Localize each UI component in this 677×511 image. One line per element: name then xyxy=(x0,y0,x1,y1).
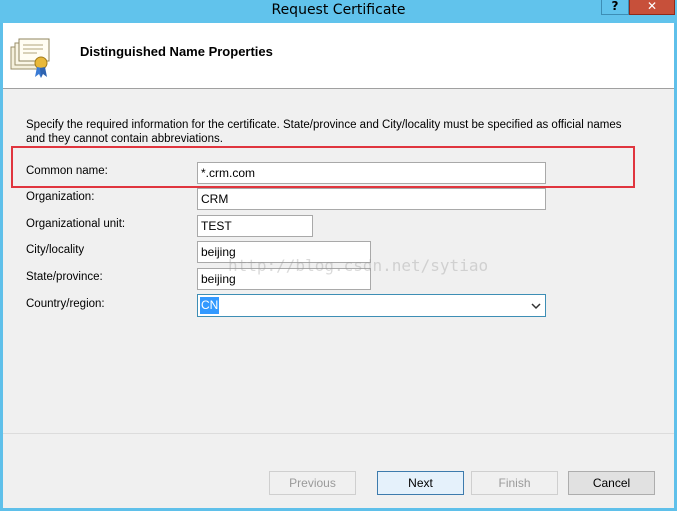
footer-divider xyxy=(3,433,674,434)
window-title: Request Certificate xyxy=(271,2,406,18)
common-name-input[interactable]: *.crm.com xyxy=(197,162,546,184)
dialog-body: Distinguished Name Properties Specify th… xyxy=(3,23,674,508)
city-label: City/locality xyxy=(26,244,85,256)
cancel-button[interactable]: Cancel xyxy=(568,471,655,495)
finish-button[interactable]: Finish xyxy=(471,471,558,495)
country-select[interactable]: CN xyxy=(197,294,546,317)
state-label: State/province: xyxy=(26,271,103,283)
country-label: Country/region: xyxy=(26,298,105,310)
organization-input[interactable]: CRM xyxy=(197,188,546,210)
help-button[interactable]: ? xyxy=(601,0,629,15)
next-button[interactable]: Next xyxy=(377,471,464,495)
close-button[interactable]: ✕ xyxy=(629,0,675,15)
country-selected-value: CN xyxy=(200,297,220,314)
certificate-icon xyxy=(10,38,50,78)
organization-label: Organization: xyxy=(26,191,95,203)
title-bar: Request Certificate ? ✕ xyxy=(0,0,677,23)
watermark-text: http://blog.csdn.net/sytiao xyxy=(228,256,489,275)
previous-button[interactable]: Previous xyxy=(269,471,356,495)
page-title: Distinguished Name Properties xyxy=(80,44,273,59)
common-name-label: Common name: xyxy=(26,165,108,177)
wizard-header: Distinguished Name Properties xyxy=(3,23,674,89)
organizational-unit-input[interactable]: TEST xyxy=(197,215,313,237)
chevron-down-icon xyxy=(531,303,541,310)
instructions-text: Specify the required information for the… xyxy=(26,119,622,145)
organizational-unit-label: Organizational unit: xyxy=(26,218,126,230)
